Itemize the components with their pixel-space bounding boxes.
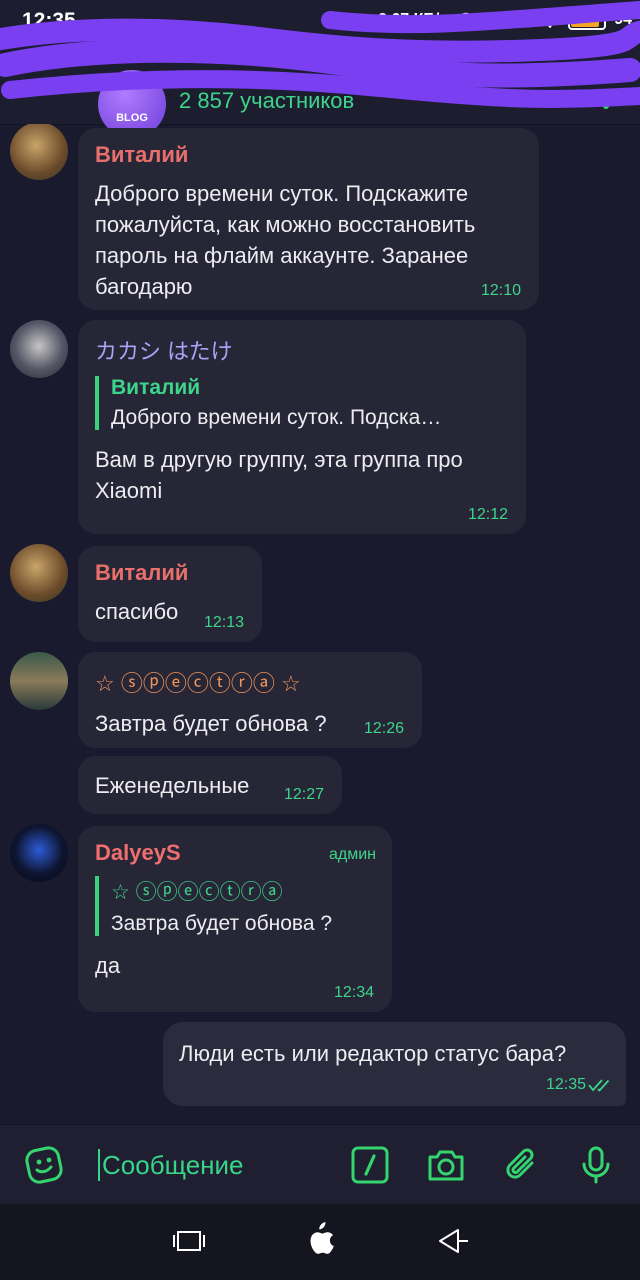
read-checkmarks-icon (588, 1079, 610, 1092)
sticker-icon[interactable] (24, 1145, 64, 1185)
battery-icon (568, 10, 607, 30)
message-input-bar: Сообщение (0, 1124, 640, 1205)
avatar[interactable] (10, 320, 68, 378)
avatar[interactable] (10, 824, 68, 882)
avatar[interactable] (10, 544, 68, 602)
status-icons: 2,67 КБ/с 94 (350, 10, 632, 30)
signal-icon (514, 12, 531, 28)
headphones-icon (459, 12, 474, 28)
home-apple-icon[interactable] (302, 1220, 338, 1260)
channel-avatar-label: BLOG (116, 112, 148, 124)
message-text: Люди есть или редактор статус бара? (179, 1041, 567, 1066)
chat-header[interactable]: BLOG 2 857 участников (0, 46, 640, 138)
message-author[interactable]: Виталий (95, 142, 521, 168)
avatar[interactable] (10, 124, 68, 180)
slash-command-icon[interactable] (350, 1145, 390, 1185)
outgoing-message-bubble[interactable]: Люди есть или редактор статус бара? 12:3… (163, 1022, 626, 1106)
message-bubble[interactable]: カカシ はたけ Виталий Доброго времени суток. П… (78, 320, 526, 534)
message-time: 12:34 (333, 984, 374, 1001)
more-menu-icon[interactable] (602, 72, 610, 112)
back-arrow-icon[interactable] (24, 76, 48, 100)
message-text: Вам в другую группу, эта группа про Xiao… (95, 447, 463, 503)
message-time: 12:13 (203, 614, 244, 631)
net-speed: 2,67 КБ/с (378, 11, 449, 28)
reply-author: ☆ ⓢⓟⓔⓒⓣⓡⓐ (111, 881, 283, 904)
battery-percent: 94 (614, 11, 632, 28)
message-time: 12:12 (467, 506, 508, 523)
admin-badge: админ (328, 846, 376, 863)
message-author[interactable]: カカシ はたけ (95, 334, 508, 366)
message-time: 12:26 (363, 720, 404, 737)
status-time: 12:35 (22, 9, 76, 32)
message-bubble[interactable]: Виталий спасибо 12:13 (78, 546, 262, 642)
system-nav-bar (0, 1204, 640, 1280)
status-bar: 12:35 2,67 КБ/с 94 (0, 0, 640, 46)
apple-icon (355, 13, 367, 28)
paperclip-icon[interactable] (502, 1145, 542, 1185)
battery-level (571, 13, 600, 27)
message-bubble[interactable]: Виталий Доброго времени суток. Подскажит… (78, 128, 539, 310)
message-time: 12:10 (480, 282, 521, 299)
alarm-icon (487, 14, 501, 28)
message-text: Завтра будет обнова ? (95, 711, 327, 736)
message-author[interactable]: ☆ ⓢⓟⓔⓒⓣⓡⓐ ☆ (95, 666, 404, 698)
message-text: Доброго времени суток. Подскажите пожалу… (95, 181, 476, 299)
message-bubble[interactable]: DalyeyS админ ☆ ⓢⓟⓔⓒⓣⓡⓐ Завтра будет обн… (78, 826, 392, 1012)
reply-quote[interactable]: ☆ ⓢⓟⓔⓒⓣⓡⓐ Завтра будет обнова ? (95, 876, 374, 936)
message-bubble[interactable]: Еженедельные 12:27 (78, 756, 342, 814)
message-time: 12:35 (545, 1076, 586, 1093)
reply-text: Доброго времени суток. Подска… (111, 406, 442, 429)
avatar[interactable] (10, 652, 68, 710)
member-count: 2 857 участников (179, 88, 355, 113)
reply-author: Виталий (111, 376, 201, 399)
microphone-icon[interactable] (576, 1145, 616, 1185)
message-bubble[interactable]: ☆ ⓢⓟⓔⓒⓣⓡⓐ ☆ Завтра будет обнова ? 12:26 (78, 652, 422, 748)
message-list[interactable]: Виталий Доброго времени суток. Подскажит… (0, 124, 640, 1124)
reply-quote[interactable]: Виталий Доброго времени суток. Подска… (95, 376, 508, 430)
recent-apps-icon[interactable] (172, 1230, 206, 1252)
message-time: 12:27 (283, 786, 324, 803)
wifi-icon (541, 13, 559, 28)
message-text: да (95, 953, 121, 978)
back-triangle-icon[interactable] (436, 1228, 470, 1254)
message-author[interactable]: Виталий (95, 560, 244, 586)
camera-icon[interactable] (426, 1145, 466, 1185)
reply-text: Завтра будет обнова ? (111, 912, 333, 935)
message-input[interactable]: Сообщение (98, 1149, 244, 1181)
